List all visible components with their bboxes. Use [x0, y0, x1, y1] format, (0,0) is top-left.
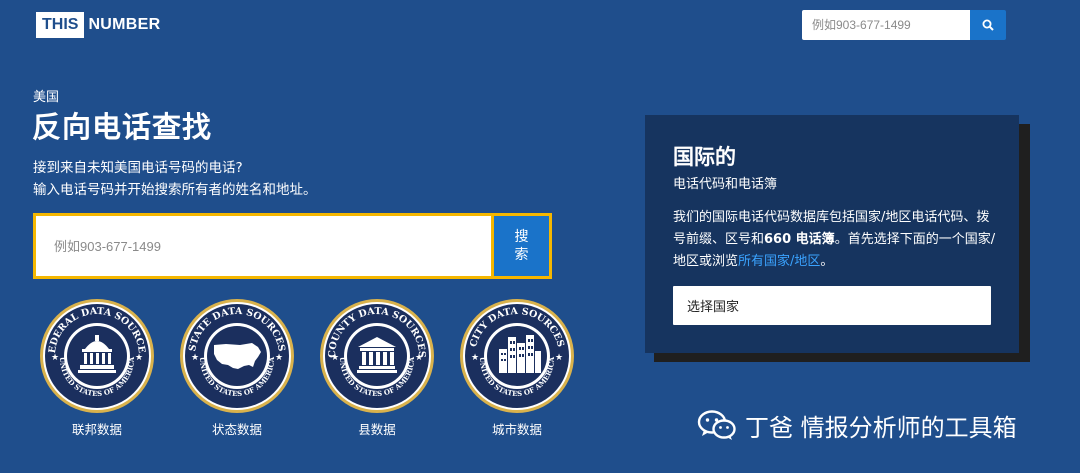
- svg-text:★: ★: [191, 353, 199, 363]
- seal-label: 县数据: [358, 422, 396, 437]
- data-source-seals: FEDERAL DATA SOURCES UNITED STATES OF AM…: [38, 297, 578, 447]
- hero-description: 接到来自未知美国电话号码的电话? 输入电话号码并开始搜索所有者的姓名和地址。: [33, 157, 317, 201]
- page-title: 反向电话查找: [32, 110, 213, 144]
- svg-text:★: ★: [275, 353, 283, 363]
- svg-text:★: ★: [555, 353, 563, 363]
- svg-text:★: ★: [415, 353, 423, 363]
- logo-box: THIS: [36, 12, 85, 38]
- site-logo[interactable]: THIS NUMBER: [36, 11, 160, 39]
- state-seal-icon: STATE DATA SOURCES UNITED STATES OF AMER…: [180, 299, 294, 413]
- watermark: 丁爸 情报分析师的工具箱: [697, 408, 1017, 442]
- county-seal-icon: COUNTY DATA SOURCES UNITED STATES OF AME…: [320, 299, 434, 413]
- seal-label: 城市数据: [491, 422, 542, 437]
- logo-text: NUMBER: [88, 16, 161, 33]
- wechat-icon: [697, 410, 736, 440]
- watermark-text: 丁爸 情报分析师的工具箱: [745, 413, 1017, 442]
- country-select[interactable]: 选择国家: [673, 286, 991, 325]
- main-search: 搜 索: [33, 213, 552, 279]
- phone-search-button[interactable]: 搜 索: [491, 216, 549, 276]
- hero-description-line-2: 输入电话号码并开始搜索所有者的姓名和地址。: [33, 182, 317, 198]
- header-search-button[interactable]: [970, 10, 1006, 40]
- seal-label: 联邦数据: [71, 422, 122, 437]
- phone-search-input[interactable]: [36, 216, 491, 276]
- country-label: 美国: [33, 90, 60, 105]
- city-seal-icon: CITY DATA SOURCES UNITED STATES OF AMERI…: [460, 299, 574, 413]
- svg-text:★: ★: [51, 353, 59, 363]
- all-countries-link[interactable]: 所有国家/地区: [738, 254, 820, 269]
- search-button-label-1: 搜: [514, 229, 529, 245]
- header-search: [802, 10, 1006, 40]
- seal-label: 状态数据: [211, 422, 262, 437]
- search-button-label-2: 索: [514, 247, 529, 263]
- seal-federal[interactable]: FEDERAL DATA SOURCES UNITED STATES OF AM…: [38, 297, 156, 438]
- seal-county[interactable]: COUNTY DATA SOURCES UNITED STATES OF AME…: [318, 297, 436, 438]
- svg-text:★: ★: [135, 353, 143, 363]
- hero-description-line-1: 接到来自未知美国电话号码的电话?: [33, 160, 243, 176]
- panel-text-bold: 660 电话簿: [764, 232, 835, 247]
- seal-city[interactable]: CITY DATA SOURCES UNITED STATES OF AMERI…: [458, 297, 576, 438]
- svg-text:★: ★: [471, 353, 479, 363]
- seal-state[interactable]: STATE DATA SOURCES UNITED STATES OF AMER…: [178, 297, 296, 438]
- svg-text:★: ★: [331, 353, 339, 363]
- panel-title: 国际的: [673, 145, 736, 169]
- panel-subtitle: 电话代码和电话簿: [673, 177, 778, 192]
- federal-seal-icon: FEDERAL DATA SOURCES UNITED STATES OF AM…: [38, 297, 154, 413]
- panel-description: 我们的国际电话代码数据库包括国家/地区电话代码、拨号前缀、区号和660 电话簿。…: [673, 207, 999, 273]
- header-search-input[interactable]: [802, 10, 970, 40]
- international-panel: 国际的 电话代码和电话簿 我们的国际电话代码数据库包括国家/地区电话代码、拨号前…: [645, 115, 1019, 353]
- panel-text-3: 。: [820, 254, 834, 269]
- search-icon: [982, 19, 994, 31]
